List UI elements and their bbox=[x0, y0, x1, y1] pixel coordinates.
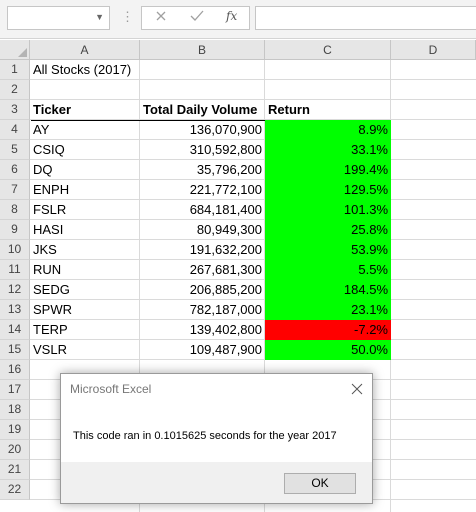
volume-cell[interactable]: 109,487,900 bbox=[140, 340, 265, 360]
return-cell-negative[interactable]: -7.2% bbox=[265, 320, 391, 340]
header-return[interactable]: Return bbox=[265, 100, 391, 120]
row-header-5[interactable]: 5 bbox=[0, 140, 30, 160]
column-header-d[interactable]: D bbox=[391, 40, 476, 60]
row-header-6[interactable]: 6 bbox=[0, 160, 30, 180]
row-header-17[interactable]: 17 bbox=[0, 380, 30, 400]
return-cell-positive[interactable]: 25.8% bbox=[265, 220, 391, 240]
row-header-22[interactable]: 22 bbox=[0, 480, 30, 500]
dialog-message: This code ran in 0.1015625 seconds for t… bbox=[73, 430, 337, 442]
volume-cell[interactable]: 35,796,200 bbox=[140, 160, 265, 180]
ticker-cell[interactable]: VSLR bbox=[30, 340, 140, 360]
row-header-18[interactable]: 18 bbox=[0, 400, 30, 420]
more-options-icon: ⋮ bbox=[121, 9, 134, 24]
row-header-21[interactable]: 21 bbox=[0, 460, 30, 480]
x-icon[interactable] bbox=[155, 10, 167, 25]
volume-cell[interactable]: 782,187,000 bbox=[140, 300, 265, 320]
header-ticker[interactable]: Ticker bbox=[30, 100, 140, 120]
header-underline bbox=[31, 120, 265, 121]
row-header-10[interactable]: 10 bbox=[0, 240, 30, 260]
row-header-2[interactable]: 2 bbox=[0, 80, 30, 100]
row-header-13[interactable]: 13 bbox=[0, 300, 30, 320]
dialog-titlebar[interactable]: Microsoft Excel bbox=[61, 374, 372, 404]
volume-cell[interactable]: 206,885,200 bbox=[140, 280, 265, 300]
row-header-20[interactable]: 20 bbox=[0, 440, 30, 460]
dialog-body: This code ran in 0.1015625 seconds for t… bbox=[61, 404, 372, 462]
row-header-4[interactable]: 4 bbox=[0, 120, 30, 140]
ticker-cell[interactable]: SEDG bbox=[30, 280, 140, 300]
return-cell-positive[interactable]: 184.5% bbox=[265, 280, 391, 300]
row-header-12[interactable]: 12 bbox=[0, 280, 30, 300]
return-cell-positive[interactable]: 23.1% bbox=[265, 300, 391, 320]
return-cell-positive[interactable]: 5.5% bbox=[265, 260, 391, 280]
row-header-16[interactable]: 16 bbox=[0, 360, 30, 380]
ticker-cell[interactable]: ENPH bbox=[30, 180, 140, 200]
column-header-b[interactable]: B bbox=[140, 40, 265, 60]
volume-cell[interactable]: 221,772,100 bbox=[140, 180, 265, 200]
volume-cell[interactable]: 136,070,900 bbox=[140, 120, 265, 140]
volume-cell[interactable]: 310,592,800 bbox=[140, 140, 265, 160]
select-all-button[interactable] bbox=[0, 40, 30, 60]
insert-function-button[interactable]: fx bbox=[226, 9, 237, 23]
ticker-cell[interactable]: HASI bbox=[30, 220, 140, 240]
formula-buttons: fx bbox=[141, 6, 250, 30]
formula-input[interactable] bbox=[255, 6, 476, 30]
return-cell-positive[interactable]: 33.1% bbox=[265, 140, 391, 160]
volume-cell[interactable]: 267,681,300 bbox=[140, 260, 265, 280]
row-header-19[interactable]: 19 bbox=[0, 420, 30, 440]
row-header-1[interactable]: 1 bbox=[0, 60, 30, 80]
close-icon[interactable] bbox=[346, 378, 368, 400]
formula-bar: ▼ ⋮ fx bbox=[0, 0, 476, 39]
dialog-title: Microsoft Excel bbox=[70, 382, 152, 396]
check-icon[interactable] bbox=[190, 10, 204, 25]
message-dialog: Microsoft Excel This code ran in 0.10156… bbox=[60, 373, 373, 504]
return-cell-positive[interactable]: 101.3% bbox=[265, 200, 391, 220]
header-volume[interactable]: Total Daily Volume bbox=[140, 100, 275, 120]
sheet-title-cell[interactable]: All Stocks (2017) bbox=[30, 60, 230, 80]
name-box[interactable]: ▼ bbox=[7, 6, 110, 30]
ticker-cell[interactable]: JKS bbox=[30, 240, 140, 260]
ticker-cell[interactable]: TERP bbox=[30, 320, 140, 340]
row-header-14[interactable]: 14 bbox=[0, 320, 30, 340]
volume-cell[interactable]: 139,402,800 bbox=[140, 320, 265, 340]
ticker-cell[interactable]: SPWR bbox=[30, 300, 140, 320]
row-header-11[interactable]: 11 bbox=[0, 260, 30, 280]
column-header-a[interactable]: A bbox=[30, 40, 140, 60]
chevron-down-icon[interactable]: ▼ bbox=[95, 12, 104, 22]
return-cell-positive[interactable]: 50.0% bbox=[265, 340, 391, 360]
return-cell-positive[interactable]: 129.5% bbox=[265, 180, 391, 200]
ok-button[interactable]: OK bbox=[284, 473, 356, 494]
ticker-cell[interactable]: AY bbox=[30, 120, 140, 140]
volume-cell[interactable]: 80,949,300 bbox=[140, 220, 265, 240]
ticker-cell[interactable]: FSLR bbox=[30, 200, 140, 220]
return-cell-positive[interactable]: 199.4% bbox=[265, 160, 391, 180]
volume-cell[interactable]: 191,632,200 bbox=[140, 240, 265, 260]
row-header-15[interactable]: 15 bbox=[0, 340, 30, 360]
ticker-cell[interactable]: CSIQ bbox=[30, 140, 140, 160]
row-header-3[interactable]: 3 bbox=[0, 100, 30, 120]
row-header-9[interactable]: 9 bbox=[0, 220, 30, 240]
row-header-7[interactable]: 7 bbox=[0, 180, 30, 200]
volume-cell[interactable]: 684,181,400 bbox=[140, 200, 265, 220]
ticker-cell[interactable]: DQ bbox=[30, 160, 140, 180]
return-cell-positive[interactable]: 53.9% bbox=[265, 240, 391, 260]
return-cell-positive[interactable]: 8.9% bbox=[265, 120, 391, 140]
column-header-c[interactable]: C bbox=[265, 40, 391, 60]
ticker-cell[interactable]: RUN bbox=[30, 260, 140, 280]
row-header-8[interactable]: 8 bbox=[0, 200, 30, 220]
